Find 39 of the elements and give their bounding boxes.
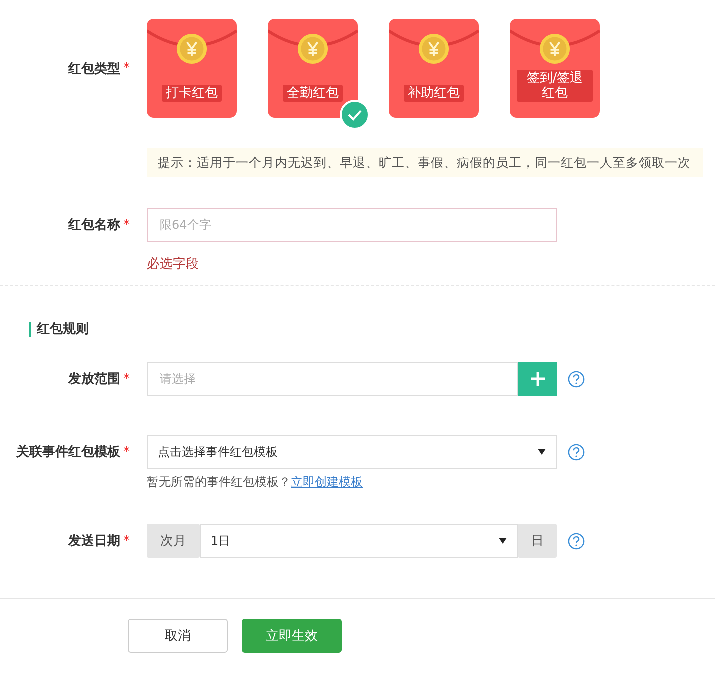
cancel-button[interactable]: 取消	[128, 619, 228, 653]
name-input[interactable]: 限64个字	[147, 208, 557, 242]
required-mark: *	[124, 534, 130, 548]
field-label: 红包类型	[68, 60, 120, 78]
caret-icon	[538, 449, 546, 455]
section-title: 红包规则	[29, 322, 89, 337]
template-select[interactable]: 点击选择事件红包模板	[147, 435, 557, 469]
help-icon[interactable]	[568, 370, 585, 388]
required-mark: *	[124, 61, 130, 76]
coin-icon	[176, 33, 208, 65]
check-icon	[340, 100, 370, 130]
envelope-option[interactable]: 签到/签退红包	[510, 19, 600, 118]
field-label: 发送日期	[68, 533, 120, 550]
suffix-label: 日	[518, 524, 557, 558]
day-select[interactable]: 1日	[200, 524, 518, 558]
field-label: 关联事件红包模板	[16, 444, 120, 461]
help-icon[interactable]	[568, 532, 585, 550]
submit-button[interactable]: 立即生效	[242, 619, 342, 653]
prefix-label: 次月	[147, 524, 200, 558]
help-icon[interactable]	[568, 444, 585, 460]
error-text: 必选字段	[147, 256, 200, 273]
coin-icon	[297, 33, 329, 65]
envelope-option[interactable]: 补助红包	[389, 19, 479, 118]
required-mark: *	[124, 218, 130, 232]
add-button[interactable]	[518, 362, 557, 396]
required-mark: *	[124, 372, 130, 386]
envelope-option[interactable]: 打卡红包	[147, 19, 237, 118]
plus-icon	[530, 372, 544, 386]
caret-icon	[499, 538, 507, 544]
field-label: 发放范围	[68, 371, 120, 388]
field-label: 红包名称	[68, 217, 120, 234]
required-mark: *	[124, 444, 130, 460]
coin-icon	[418, 33, 450, 65]
hint-text: 暂无所需的事件红包模板？	[147, 475, 291, 489]
coin-icon	[539, 33, 571, 65]
range-input[interactable]: 请选择	[147, 362, 518, 396]
create-template-link[interactable]: 立即创建模板	[291, 475, 363, 489]
envelope-option[interactable]: 全勤红包	[268, 19, 358, 118]
hint-text: 提示：适用于一个月内无迟到、早退、旷工、事假、病假的员工，同一红包一人至多领取一次	[147, 148, 703, 177]
